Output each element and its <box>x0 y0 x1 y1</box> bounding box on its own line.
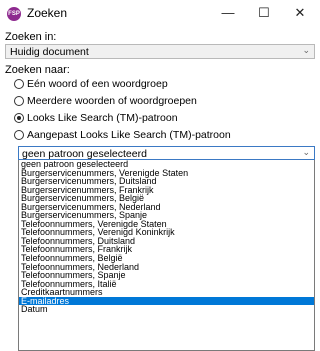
pattern-select[interactable]: geen patroon geselecteerd ⌄ <box>18 146 315 160</box>
chevron-down-icon: ⌄ <box>302 45 310 55</box>
search-in-value: Huidig document <box>10 46 89 58</box>
radio-unchecked-icon[interactable] <box>14 96 24 106</box>
search-option-label: Eén woord of een woordgroep <box>27 78 168 90</box>
chevron-down-icon: ⌄ <box>302 147 310 157</box>
radio-checked-icon[interactable] <box>14 113 24 123</box>
search-option-label: Aangepast Looks Like Search (TM)-patroon <box>27 129 231 141</box>
minimize-button[interactable]: — <box>211 2 245 24</box>
pattern-select-value: geen patroon geselecteerd <box>22 148 147 160</box>
title-bar[interactable]: FSP Zoeken — ☐ ✕ <box>0 0 315 28</box>
pattern-list-item[interactable]: Datum <box>19 305 314 314</box>
pattern-list-item[interactable]: E-mailadres <box>19 296 314 306</box>
search-in-label: Zoeken in: <box>5 31 57 43</box>
app-logo-icon: FSP <box>7 7 21 21</box>
radio-unchecked-icon[interactable] <box>14 79 24 89</box>
window-title: Zoeken <box>27 6 68 20</box>
close-button[interactable]: ✕ <box>283 2 317 24</box>
maximize-button[interactable]: ☐ <box>247 2 281 24</box>
search-for-label: Zoeken naar: <box>5 64 70 76</box>
search-in-select[interactable]: Huidig document ⌄ <box>5 44 315 59</box>
radio-unchecked-icon[interactable] <box>14 130 24 140</box>
pattern-dropdown-list[interactable]: geen patroon geselecteerd Burgerservicenu… <box>18 160 315 351</box>
search-option-label: Looks Like Search (TM)-patroon <box>27 112 178 124</box>
search-option-label: Meerdere woorden of woordgroepen <box>27 95 197 107</box>
